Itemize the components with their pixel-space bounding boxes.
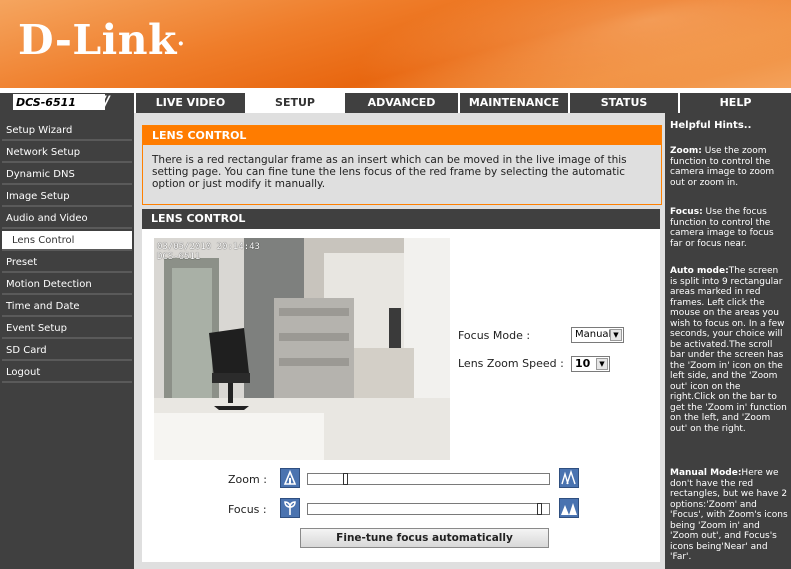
intro-text: There is a red rectangular frame as an i…: [152, 154, 627, 190]
header-banner: D-Link·: [0, 0, 791, 88]
hint-manual: Manual Mode:Here we don't have the red r…: [670, 468, 788, 563]
logo-dot: ·: [176, 31, 186, 57]
tab-setup[interactable]: SETUP: [245, 93, 343, 113]
hint-auto-text: The screen is split into 9 rectangular a…: [670, 266, 787, 434]
zoom-slider-thumb[interactable]: [343, 473, 348, 485]
intro-box: LENS CONTROL There is a red rectangular …: [142, 125, 662, 205]
lens-control-title: LENS CONTROL: [142, 209, 660, 229]
sidebar-item-image-setup[interactable]: Image Setup: [2, 187, 132, 207]
focus-mode-select[interactable]: Manual ▼: [571, 327, 624, 343]
chevron-down-icon: ▼: [610, 329, 622, 341]
tab-live-video[interactable]: LIVE VIDEO: [134, 93, 245, 113]
sidebar-item-audio-video[interactable]: Audio and Video: [2, 209, 132, 229]
focus-mode-value: Manual: [575, 329, 612, 340]
zoom-out-icon[interactable]: [559, 468, 579, 488]
sidebar-item-setup-wizard[interactable]: Setup Wizard: [2, 121, 132, 141]
video-timestamp: 03/05/2010 20:14:43: [157, 242, 260, 252]
helpful-hints-panel: Helpful Hints.. Zoom: Use the zoom funct…: [665, 113, 791, 569]
hints-title: Helpful Hints..: [670, 120, 752, 131]
model-name: DCS-6511: [12, 93, 106, 111]
fine-tune-focus-button[interactable]: Fine-tune focus automatically: [300, 528, 549, 548]
sidebar-item-network-setup[interactable]: Network Setup: [2, 143, 132, 163]
zoom-speed-label: Lens Zoom Speed :: [458, 357, 564, 370]
video-scene: [154, 238, 450, 460]
sidebar-item-dynamic-dns[interactable]: Dynamic DNS: [2, 165, 132, 185]
chevron-down-icon: ▼: [596, 358, 608, 370]
focus-label: Focus :: [228, 503, 267, 516]
hint-auto: Auto mode:The screen is split into 9 rec…: [670, 266, 788, 434]
model-slashes: ///: [96, 92, 109, 111]
hint-focus-title: Focus:: [670, 207, 703, 217]
tab-status[interactable]: STATUS: [568, 93, 678, 113]
zoom-speed-value: 10: [575, 357, 591, 370]
focus-far-icon[interactable]: [559, 498, 579, 518]
focus-near-icon[interactable]: [280, 498, 300, 518]
focus-mode-label: Focus Mode :: [458, 329, 531, 342]
header-streak: [291, 0, 791, 88]
focus-near-glyph: [284, 501, 296, 515]
hint-manual-title: Manual Mode:: [670, 468, 742, 478]
tab-maintenance[interactable]: MAINTENANCE: [458, 93, 568, 113]
zoom-slider[interactable]: [307, 473, 550, 485]
sidebar-item-time-date[interactable]: Time and Date: [2, 297, 132, 317]
dlink-logo: D-Link·: [18, 16, 185, 64]
video-camera-label: DCS-6511: [157, 252, 201, 262]
hint-zoom: Zoom: Use the zoom function to control t…: [670, 146, 788, 188]
hint-focus: Focus: Use the focus function to control…: [670, 207, 788, 249]
hint-zoom-title: Zoom:: [670, 146, 702, 156]
sidebar-item-lens-control[interactable]: Lens Control: [2, 231, 132, 251]
intro-title: LENS CONTROL: [143, 126, 661, 145]
zoom-in-glyph: [283, 469, 297, 485]
sidebar-item-preset[interactable]: Preset: [2, 253, 132, 273]
live-video-view[interactable]: 03/05/2010 20:14:43 DCS-6511: [154, 238, 450, 460]
hint-manual-text: Here we don't have the red rectangles, b…: [670, 468, 788, 562]
sidebar-item-event-setup[interactable]: Event Setup: [2, 319, 132, 339]
zoom-in-icon[interactable]: [280, 468, 300, 488]
sidebar-item-motion-detection[interactable]: Motion Detection: [2, 275, 132, 295]
focus-slider[interactable]: [307, 503, 550, 515]
zoom-label: Zoom :: [228, 473, 267, 486]
tab-advanced[interactable]: ADVANCED: [343, 93, 458, 113]
logo-text: D-Link: [18, 16, 177, 64]
video-overlay: 03/05/2010 20:14:43 DCS-6511: [157, 242, 260, 262]
tab-help[interactable]: HELP: [678, 93, 791, 113]
focus-far-glyph: [561, 503, 577, 515]
sidebar-item-sd-card[interactable]: SD Card: [2, 341, 132, 361]
zoom-speed-select[interactable]: 10 ▼: [571, 356, 610, 372]
sidebar-item-logout[interactable]: Logout: [2, 363, 132, 383]
hint-auto-title: Auto mode:: [670, 266, 729, 276]
zoom-out-glyph: [561, 469, 576, 485]
focus-slider-thumb[interactable]: [537, 503, 542, 515]
